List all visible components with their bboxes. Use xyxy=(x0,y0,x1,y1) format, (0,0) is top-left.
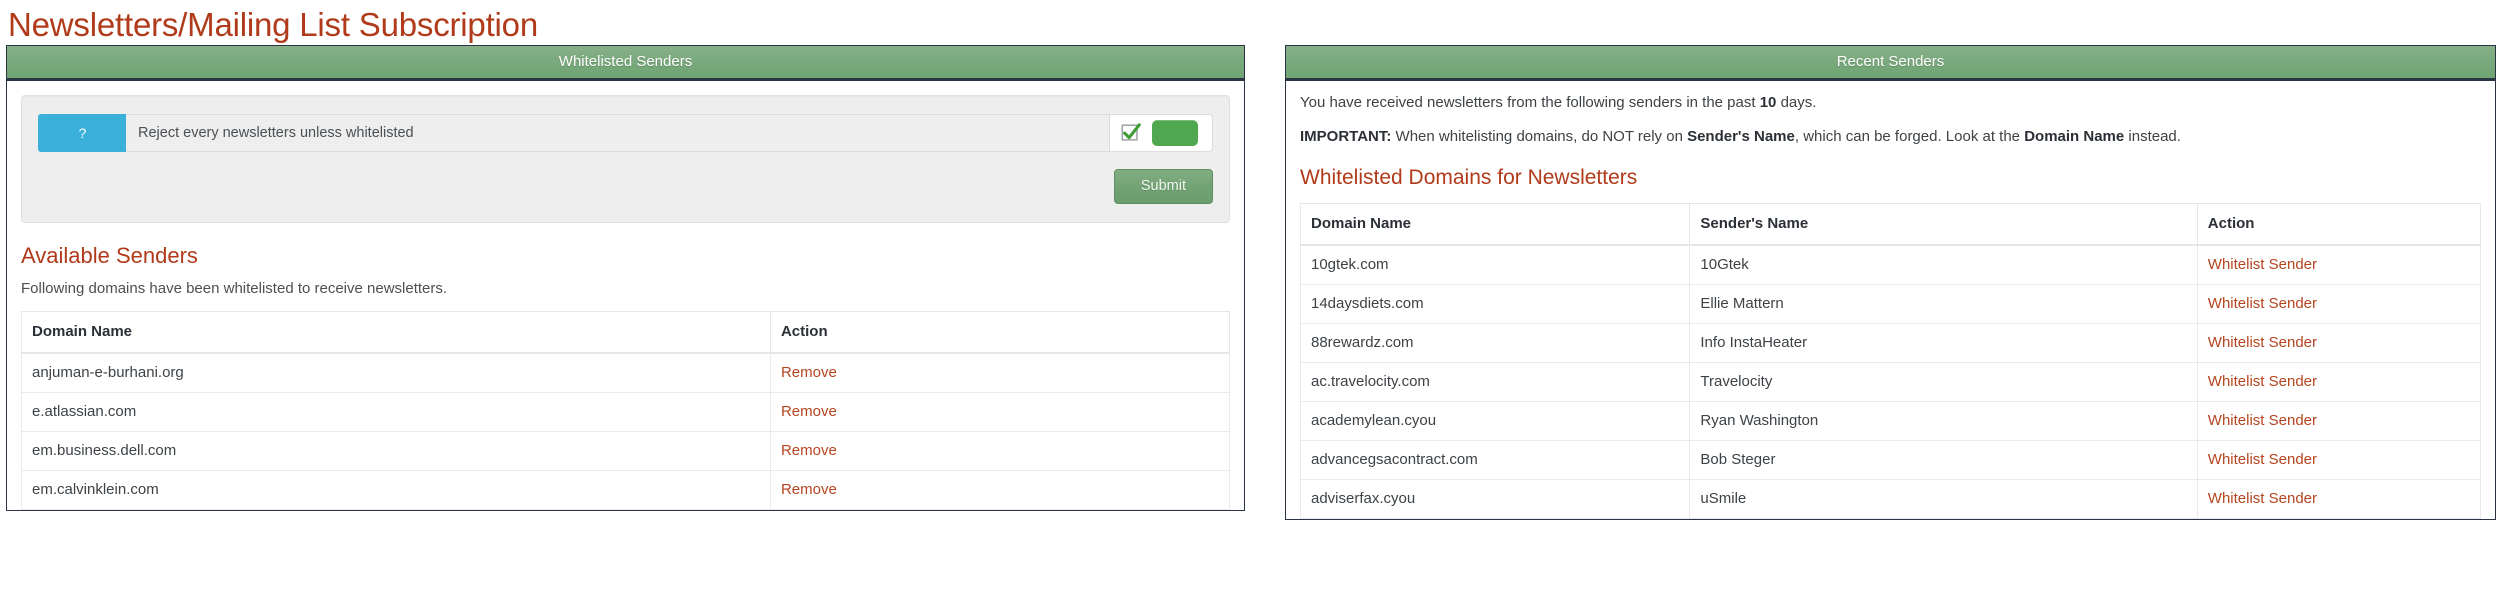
cell-action: Remove xyxy=(770,352,1231,393)
submit-button[interactable]: Submit xyxy=(1113,168,1213,204)
table-row: anjuman-e-burhani.org Remove xyxy=(21,352,1231,393)
cell-action: Whitelist Sender xyxy=(2197,440,2482,480)
help-button[interactable]: ? xyxy=(38,113,126,152)
column-header-senders-name: Sender's Name xyxy=(1689,202,2198,246)
whitelist-sender-link[interactable]: Whitelist Sender xyxy=(2208,490,2317,507)
cell-domain-name: adviserfax.cyou xyxy=(1299,479,1691,519)
table-row: academylean.cyou Ryan Washington Whiteli… xyxy=(1299,401,2482,441)
intro-text-post: days. xyxy=(1776,93,1817,111)
recent-senders-intro-line: You have received newsletters from the f… xyxy=(1300,93,2481,113)
cell-domain-name: 88rewardz.com xyxy=(1299,323,1691,363)
page-title: Newsletters/Mailing List Subscription xyxy=(8,6,538,43)
whitelist-sender-link[interactable]: Whitelist Sender xyxy=(2208,412,2317,429)
cell-domain-name: advancegsacontract.com xyxy=(1299,440,1691,480)
cell-domain-name: 10gtek.com xyxy=(1299,244,1691,285)
whitelisted-senders-panel-heading: Whitelisted Senders xyxy=(7,45,1244,81)
table-row: advancegsacontract.com Bob Steger Whitel… xyxy=(1299,440,2482,480)
intro-days-count: 10 xyxy=(1759,93,1777,111)
cell-senders-name: 10Gtek xyxy=(1689,244,2198,285)
table-header-row: Domain Name Sender's Name Action xyxy=(1299,202,2482,246)
recent-senders-panel-body: You have received newsletters from the f… xyxy=(1286,81,2495,519)
column-header-domain-name: Domain Name xyxy=(21,310,771,354)
cell-action: Whitelist Sender xyxy=(2197,323,2482,363)
cell-action: Whitelist Sender xyxy=(2197,284,2482,324)
reject-setting-label: Reject every newsletters unless whitelis… xyxy=(126,113,1109,152)
important-label: IMPORTANT: xyxy=(1300,128,1392,146)
table-row: 88rewardz.com Info InstaHeater Whitelist… xyxy=(1299,323,2482,363)
whitelisted-domains-title: Whitelisted Domains for Newsletters xyxy=(1300,166,1638,190)
cell-domain-name: em.business.dell.com xyxy=(21,431,771,471)
note-text-a: When whitelisting domains, do NOT rely o… xyxy=(1391,128,1688,146)
cell-senders-name: Bob Steger xyxy=(1689,440,2198,480)
table-row: ac.travelocity.com Travelocity Whitelist… xyxy=(1299,362,2482,402)
cell-senders-name: Ellie Mattern xyxy=(1689,284,2198,324)
intro-text-pre: You have received newsletters from the f… xyxy=(1300,93,1760,111)
note-emphasis-senders-name: Sender's Name xyxy=(1687,128,1795,146)
column-header-action: Action xyxy=(770,310,1231,354)
table-row: 14daysdiets.com Ellie Mattern Whitelist … xyxy=(1299,284,2482,324)
recent-senders-panel-heading: Recent Senders xyxy=(1286,45,2495,81)
cell-senders-name: uSmile xyxy=(1689,479,2198,519)
right-column: Recent Senders You have received newslet… xyxy=(1285,44,2496,520)
whitelist-sender-link[interactable]: Whitelist Sender xyxy=(2208,256,2317,273)
column-header-domain-name: Domain Name xyxy=(1299,202,1691,246)
whitelist-sender-link[interactable]: Whitelist Sender xyxy=(2208,295,2317,312)
available-senders-table-body: anjuman-e-burhani.org Remove e.atlassian… xyxy=(21,352,1231,510)
cell-action: Remove xyxy=(770,470,1231,510)
recent-senders-important-note: IMPORTANT: When whitelisting domains, do… xyxy=(1300,127,2481,147)
table-row: adviserfax.cyou uSmile Whitelist Sender xyxy=(1299,479,2482,519)
whitelist-sender-link[interactable]: Whitelist Sender xyxy=(2208,451,2317,468)
table-row: 10gtek.com 10Gtek Whitelist Sender xyxy=(1299,244,2482,285)
table-header-row: Domain Name Action xyxy=(21,310,1231,354)
remove-link[interactable]: Remove xyxy=(781,481,837,498)
reject-setting-form: ? Reject every newsletters unless whitel… xyxy=(21,94,1230,223)
whitelisted-senders-panel: Whitelisted Senders ? Reject every newsl… xyxy=(6,44,1245,511)
available-senders-table: Domain Name Action anjuman-e-burhani.org… xyxy=(21,310,1231,510)
table-row: e.atlassian.com Remove xyxy=(21,392,1231,432)
recent-senders-panel: Recent Senders You have received newslet… xyxy=(1285,44,2496,520)
cell-domain-name: em.calvinklein.com xyxy=(21,470,771,510)
table-row: em.calvinklein.com Remove xyxy=(21,470,1231,510)
cell-domain-name: anjuman-e-burhani.org xyxy=(21,352,771,393)
note-text-e: instead. xyxy=(2124,128,2181,146)
note-text-c: , which can be forged. Look at the xyxy=(1794,128,2025,146)
remove-link[interactable]: Remove xyxy=(781,403,837,420)
cell-domain-name: e.atlassian.com xyxy=(21,392,771,432)
cell-senders-name: Ryan Washington xyxy=(1689,401,2198,441)
cell-domain-name: ac.travelocity.com xyxy=(1299,362,1691,402)
submit-row: Submit xyxy=(38,152,1213,206)
reject-setting-row: ? Reject every newsletters unless whitel… xyxy=(38,113,1213,152)
check-icon xyxy=(1120,122,1142,144)
cell-action: Whitelist Sender xyxy=(2197,244,2482,285)
whitelisted-domains-table-body: 10gtek.com 10Gtek Whitelist Sender 14day… xyxy=(1299,244,2482,519)
available-senders-description: Following domains have been whitelisted … xyxy=(21,280,448,298)
column-header-action: Action xyxy=(2197,202,2482,246)
whitelist-sender-link[interactable]: Whitelist Sender xyxy=(2208,334,2317,351)
remove-link[interactable]: Remove xyxy=(781,364,837,381)
reject-setting-toggle-group xyxy=(1109,113,1213,152)
cell-action: Whitelist Sender xyxy=(2197,479,2482,519)
table-row: em.business.dell.com Remove xyxy=(21,431,1231,471)
cell-domain-name: academylean.cyou xyxy=(1299,401,1691,441)
cell-action: Whitelist Sender xyxy=(2197,362,2482,402)
cell-action: Whitelist Sender xyxy=(2197,401,2482,441)
cell-senders-name: Travelocity xyxy=(1689,362,2198,402)
whitelisted-senders-panel-body: ? Reject every newsletters unless whitel… xyxy=(7,81,1244,510)
two-column-layout: Whitelisted Senders ? Reject every newsl… xyxy=(0,44,2502,520)
note-emphasis-domain-name: Domain Name xyxy=(2024,128,2125,146)
reject-setting-toggle[interactable] xyxy=(1152,119,1198,146)
whitelist-sender-link[interactable]: Whitelist Sender xyxy=(2208,373,2317,390)
cell-action: Remove xyxy=(770,392,1231,432)
remove-link[interactable]: Remove xyxy=(781,442,837,459)
cell-domain-name: 14daysdiets.com xyxy=(1299,284,1691,324)
cell-senders-name: Info InstaHeater xyxy=(1689,323,2198,363)
whitelisted-domains-table: Domain Name Sender's Name Action 10gtek.… xyxy=(1299,202,2482,519)
left-column: Whitelisted Senders ? Reject every newsl… xyxy=(6,44,1245,511)
available-senders-title: Available Senders xyxy=(21,242,198,268)
cell-action: Remove xyxy=(770,431,1231,471)
